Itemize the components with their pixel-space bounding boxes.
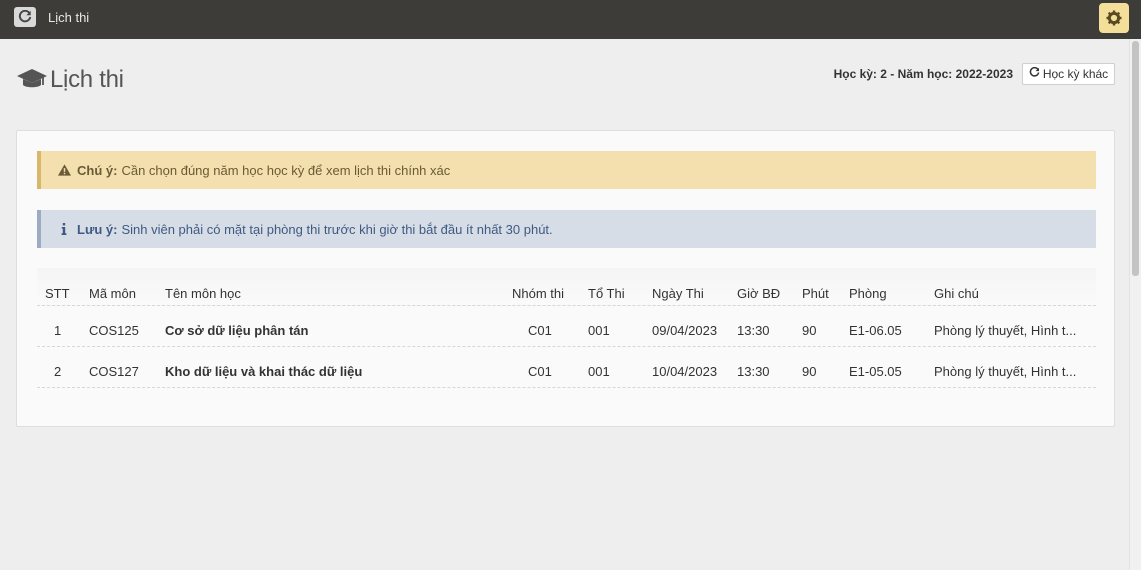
row-ghi-chu: Phòng lý thuyết, Hình t...: [934, 364, 1077, 379]
other-term-label: Học kỳ khác: [1042, 67, 1109, 81]
row-stt: 1: [54, 323, 62, 338]
table-row[interactable]: 2 COS127 Kho dữ liệu và khai thác dữ liệ…: [37, 347, 1096, 388]
row-gio-bd: 13:30: [737, 323, 770, 338]
header-ngay-thi[interactable]: Ngày Thi: [652, 286, 704, 301]
row-phong: E1-05.05: [849, 364, 902, 379]
row-to-thi: 001: [588, 364, 610, 379]
warning-alert: Chú ý: Cần chọn đúng năm học học kỳ để x…: [37, 151, 1096, 189]
row-ngay-thi: 09/04/2023: [652, 323, 718, 338]
header-phong[interactable]: Phòng: [849, 286, 887, 301]
info-icon: [57, 223, 71, 235]
warning-text: Cần chọn đúng năm học học kỳ để xem lịch…: [121, 162, 451, 178]
row-ghi-chu: Phòng lý thuyết, Hình t...: [934, 323, 1077, 338]
header-phut[interactable]: Phút: [802, 286, 829, 301]
row-ma-mon: COS125: [89, 323, 139, 338]
row-ma-mon: COS127: [89, 364, 139, 379]
page-title-text: Lịch thi: [50, 66, 124, 93]
header-ma-mon[interactable]: Mã môn: [89, 286, 136, 301]
row-ngay-thi: 10/04/2023: [652, 364, 718, 379]
header-ten-mon-hoc[interactable]: Tên môn học: [165, 286, 241, 301]
refresh-icon[interactable]: [14, 7, 36, 27]
table-row[interactable]: 1 COS125 Cơ sở dữ liệu phân tán C01 001 …: [37, 306, 1096, 347]
other-term-button[interactable]: Học kỳ khác: [1022, 63, 1115, 85]
row-phut: 90: [802, 323, 817, 338]
row-stt: 2: [54, 364, 62, 379]
exam-table: STT Mã môn Tên môn học Nhóm thi Tổ Thi N…: [37, 268, 1096, 388]
row-phut: 90: [802, 364, 817, 379]
row-nhom-thi: C01: [528, 364, 552, 379]
info-strong: Lưu ý:: [77, 221, 118, 237]
header-to-thi[interactable]: Tổ Thi: [588, 286, 625, 301]
row-phong: E1-06.05: [849, 323, 902, 338]
term-label: Học kỳ: 2 - Năm học: 2022-2023: [833, 67, 1013, 81]
header-ghi-chu[interactable]: Ghi chú: [934, 286, 979, 301]
header-gio-bd[interactable]: Giờ BĐ: [737, 286, 780, 301]
page-title: Lịch thi: [16, 66, 124, 94]
row-gio-bd: 13:30: [737, 364, 770, 379]
graduation-cap-icon: [16, 67, 48, 94]
row-ten-mon-hoc: Cơ sở dữ liệu phân tán: [165, 323, 309, 338]
refresh-icon: [1029, 66, 1040, 81]
warning-strong: Chú ý:: [77, 162, 118, 178]
gear-icon[interactable]: [1099, 3, 1129, 33]
top-bar: Lịch thi: [0, 0, 1141, 39]
header-nhom-thi[interactable]: Nhóm thi: [512, 286, 564, 301]
info-text: Sinh viên phải có mặt tại phòng thi trướ…: [121, 221, 553, 237]
row-ten-mon-hoc: Kho dữ liệu và khai thác dữ liệu: [165, 364, 363, 379]
row-to-thi: 001: [588, 323, 610, 338]
row-nhom-thi: C01: [528, 323, 552, 338]
scrollbar[interactable]: [1129, 39, 1141, 570]
scrollbar-thumb[interactable]: [1132, 41, 1139, 276]
info-alert: Lưu ý: Sinh viên phải có mặt tại phòng t…: [37, 210, 1096, 248]
header-stt[interactable]: STT: [45, 286, 70, 301]
content-panel: Chú ý: Cần chọn đúng năm học học kỳ để x…: [16, 130, 1115, 427]
table-header: STT Mã môn Tên môn học Nhóm thi Tổ Thi N…: [37, 268, 1096, 306]
app-title: Lịch thi: [48, 10, 90, 25]
warning-icon: [57, 164, 71, 176]
